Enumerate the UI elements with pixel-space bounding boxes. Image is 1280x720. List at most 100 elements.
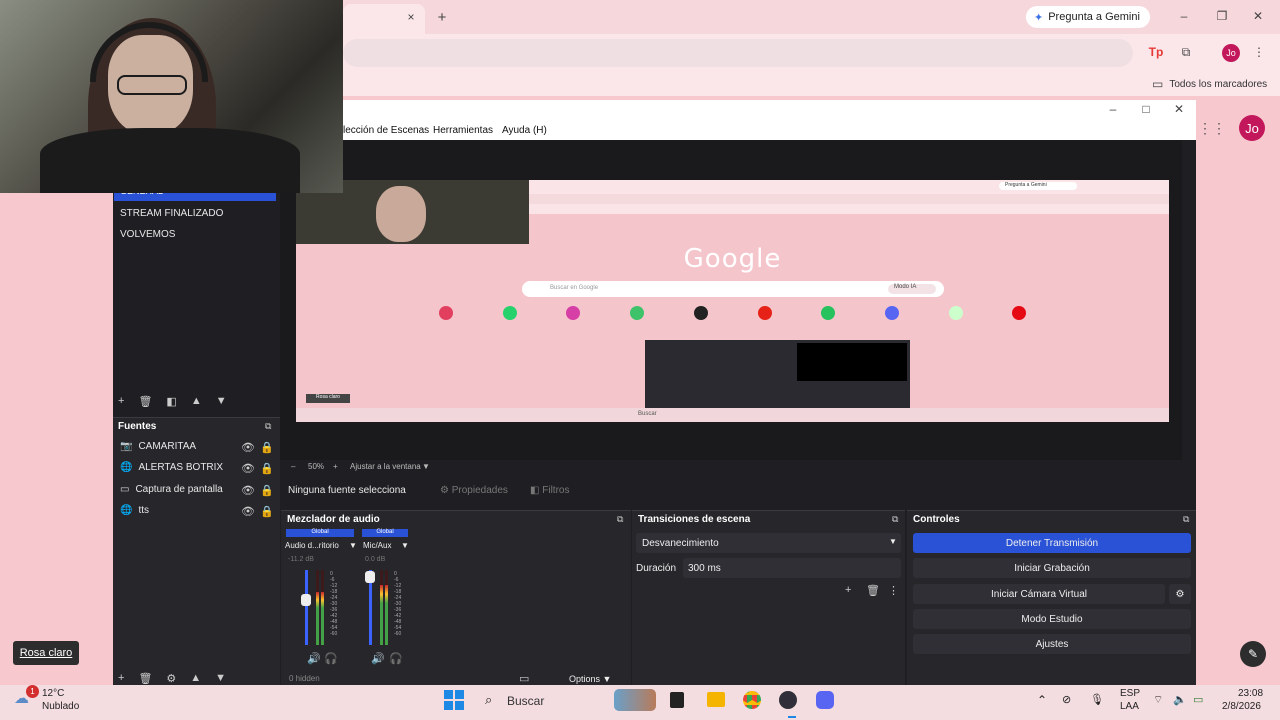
monitor-headphones-icon[interactable]: 🎧 xyxy=(324,652,338,665)
channel-dropdown-icon[interactable]: ▼ xyxy=(349,541,357,550)
search-icon[interactable]: ⌕ xyxy=(485,692,492,708)
extension-tp-icon[interactable]: Tp xyxy=(1148,44,1164,60)
visibility-eye-icon[interactable]: 👁 xyxy=(241,505,255,518)
channel-dropdown-icon[interactable]: ▼ xyxy=(401,541,409,550)
source-settings-icon[interactable]: ⚙ xyxy=(166,672,176,685)
obs-minimize-icon[interactable]: – xyxy=(1106,102,1120,116)
lock-icon[interactable]: 🔒 xyxy=(260,505,274,518)
speaker-icon[interactable]: 🔊 xyxy=(307,652,321,665)
source-item-alertas[interactable]: 🌐 ALERTAS BOTRIX xyxy=(120,462,223,473)
volume-handle-desktop[interactable] xyxy=(301,594,311,606)
lang-top[interactable]: ESP xyxy=(1120,688,1140,699)
discord-icon[interactable] xyxy=(816,691,834,709)
tray-mic-icon[interactable]: 🎙 xyxy=(1090,693,1104,706)
mixer-layout-icon[interactable]: ▭ xyxy=(519,672,529,685)
source-item-captura[interactable]: ▭ Captura de pantalla xyxy=(120,484,223,495)
tray-chevron-icon[interactable]: ⌃ xyxy=(1037,693,1047,707)
address-bar[interactable] xyxy=(343,39,1133,67)
stop-stream-button[interactable]: Detener Transmisión xyxy=(913,533,1191,553)
tray-network-off-icon[interactable]: ⊘ xyxy=(1062,693,1071,706)
gemini-button[interactable]: ✦ Pregunta a Gemini xyxy=(1026,6,1150,28)
remove-transition-icon[interactable]: 🗑 xyxy=(866,584,880,597)
battery-icon[interactable]: ▭ xyxy=(1193,693,1203,706)
file-explorer-icon[interactable] xyxy=(707,692,725,707)
volume-slider-desktop[interactable] xyxy=(305,570,308,645)
visibility-eye-icon[interactable]: 👁 xyxy=(241,441,255,454)
clock-time[interactable]: 23:08 xyxy=(1238,688,1263,699)
scene-down-icon[interactable]: ▼ xyxy=(216,395,227,409)
properties-button[interactable]: ⚙ Propiedades xyxy=(440,485,508,496)
filters-button[interactable]: ◧ Filtros xyxy=(530,485,569,496)
zoom-dropdown-icon[interactable]: ▼ xyxy=(422,462,430,471)
menu-tools[interactable]: Herramientas xyxy=(433,125,493,136)
taskbar-app-icon[interactable] xyxy=(670,692,684,708)
wifi-icon[interactable]: ⌔ xyxy=(1153,693,1163,707)
studio-mode-button[interactable]: Modo Estudio xyxy=(913,609,1191,629)
volume-handle-mic[interactable] xyxy=(365,571,375,583)
extensions-puzzle-icon[interactable]: ⧉ xyxy=(1178,44,1194,60)
visibility-eye-icon[interactable]: 👁 xyxy=(241,462,255,475)
close-tab-icon[interactable]: × xyxy=(404,9,418,25)
remove-scene-icon[interactable]: 🗑 xyxy=(138,395,152,409)
add-transition-icon[interactable]: + xyxy=(845,584,851,596)
duration-input[interactable]: 300 ms xyxy=(683,558,901,578)
speaker-icon[interactable]: 🔊 xyxy=(371,652,385,665)
windows-start-icon[interactable] xyxy=(444,690,464,710)
obs-maximize-icon[interactable]: □ xyxy=(1139,102,1153,116)
all-bookmarks[interactable]: ▭ Todos los marcadores xyxy=(1152,77,1267,91)
zoom-in-icon[interactable]: + xyxy=(333,462,338,471)
transition-select[interactable]: Desvanecimiento ▼ xyxy=(636,533,901,553)
transitions-undock-icon[interactable]: ⧉ xyxy=(892,514,898,525)
chrome-icon[interactable] xyxy=(743,691,761,709)
lock-icon[interactable]: 🔒 xyxy=(260,441,274,454)
theme-badge-button[interactable]: Rosa claro xyxy=(13,641,79,665)
weather-temp[interactable]: 12°C xyxy=(42,688,64,699)
start-virtual-camera-button[interactable]: Iniciar Cámara Virtual xyxy=(913,584,1165,604)
zoom-out-icon[interactable]: – xyxy=(291,462,295,471)
obs-close-icon[interactable]: ✕ xyxy=(1172,102,1186,116)
menu-help[interactable]: Ayuda (H) xyxy=(502,125,547,136)
lock-icon[interactable]: 🔒 xyxy=(260,462,274,475)
google-profile-avatar[interactable]: Jo xyxy=(1239,115,1265,141)
volume-icon[interactable]: 🔈 xyxy=(1173,693,1187,706)
source-up-icon[interactable]: ▲ xyxy=(190,672,201,685)
visibility-eye-icon[interactable]: 👁 xyxy=(241,484,255,497)
scene-filter-icon[interactable]: ◧ xyxy=(166,395,176,409)
monitor-headphones-icon[interactable]: 🎧 xyxy=(389,652,403,665)
new-tab-icon[interactable]: + xyxy=(434,8,450,26)
taskbar-news-widget-icon[interactable] xyxy=(614,689,656,711)
scene-item-stream-finalizado[interactable]: STREAM FINALIZADO xyxy=(120,208,223,219)
weather-desc[interactable]: Nublado xyxy=(42,701,79,712)
scene-up-icon[interactable]: ▲ xyxy=(191,395,202,409)
source-down-icon[interactable]: ▼ xyxy=(215,672,226,685)
controls-undock-icon[interactable]: ⧉ xyxy=(1183,514,1189,525)
taskbar-search-label[interactable]: Buscar xyxy=(507,694,544,708)
apps-grid-icon[interactable]: ⋮⋮ xyxy=(1198,120,1226,136)
add-source-icon[interactable]: + xyxy=(118,672,124,685)
scene-item-volvemos[interactable]: VOLVEMOS xyxy=(120,229,175,240)
close-window-icon[interactable]: ✕ xyxy=(1250,8,1266,24)
remove-source-icon[interactable]: 🗑 xyxy=(138,672,152,685)
minimize-icon[interactable]: – xyxy=(1176,8,1192,24)
lock-icon[interactable]: 🔒 xyxy=(260,484,274,497)
maximize-icon[interactable]: ❐ xyxy=(1214,8,1230,24)
mixer-options-button[interactable]: Options ▼ xyxy=(569,674,611,684)
zoom-fit-label[interactable]: Ajustar a la ventana xyxy=(350,462,421,471)
chrome-menu-icon[interactable]: ⋮ xyxy=(1253,44,1265,60)
camera-icon: 📷 xyxy=(120,441,133,452)
mixer-undock-icon[interactable]: ⧉ xyxy=(617,514,623,525)
profile-avatar[interactable]: Jo xyxy=(1222,44,1240,62)
start-recording-button[interactable]: Iniciar Grabación xyxy=(913,558,1191,578)
obs-taskbar-icon[interactable] xyxy=(779,691,797,709)
add-scene-icon[interactable]: + xyxy=(118,395,124,409)
menu-scene-collection[interactable]: lección de Escenas xyxy=(343,125,429,136)
settings-button[interactable]: Ajustes xyxy=(913,634,1191,654)
sources-undock-icon[interactable]: ⧉ xyxy=(265,421,271,432)
virtual-camera-settings-icon[interactable]: ⚙ xyxy=(1169,584,1191,604)
clock-date[interactable]: 2/8/2026 xyxy=(1222,701,1261,712)
source-item-camaritaa[interactable]: 📷 CAMARITAA xyxy=(120,441,196,452)
transition-menu-icon[interactable]: ⋮ xyxy=(888,584,899,597)
lang-bottom[interactable]: LAA xyxy=(1120,701,1139,712)
source-item-tts[interactable]: 🌐 tts xyxy=(120,505,149,516)
edit-pencil-icon[interactable]: ✎ xyxy=(1240,641,1266,667)
